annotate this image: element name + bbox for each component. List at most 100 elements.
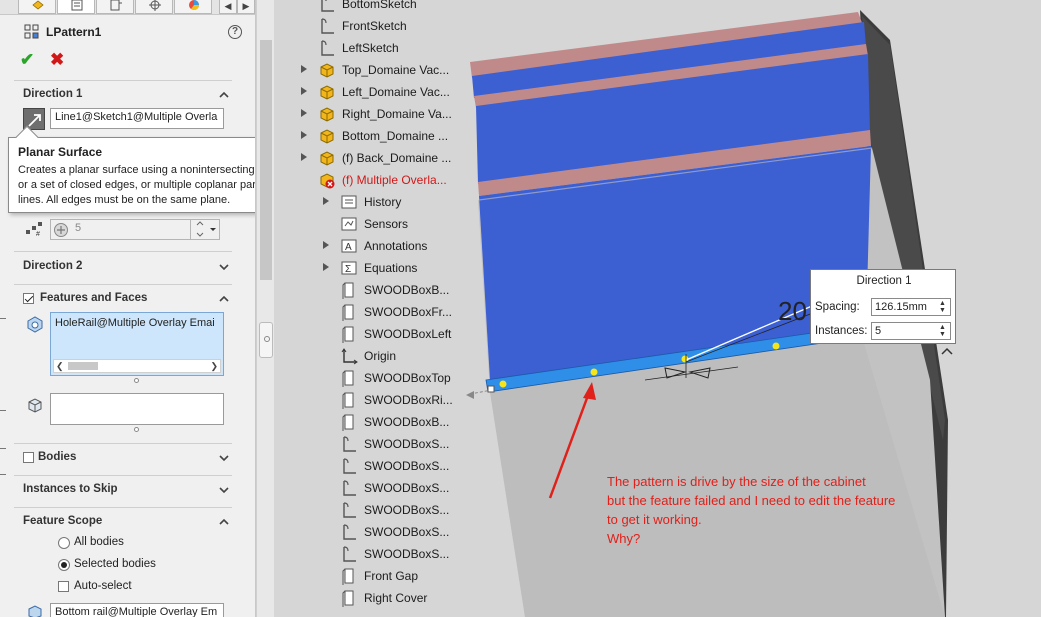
tree-item[interactable]: SWOODBoxS... bbox=[274, 433, 452, 455]
tree-item[interactable]: (f) Back_Domaine ... bbox=[274, 147, 452, 169]
splitter-grip[interactable] bbox=[259, 322, 273, 358]
tree-item[interactable]: SWOODBoxS... bbox=[274, 543, 452, 565]
resize-handle[interactable] bbox=[134, 378, 139, 383]
tab-scroll-left[interactable]: ◀ bbox=[219, 0, 237, 14]
instances-spinner[interactable]: ▲ ▼ bbox=[937, 324, 948, 338]
instances-spinner[interactable] bbox=[190, 219, 220, 240]
link-values-icon[interactable] bbox=[53, 222, 69, 238]
tree-item-label: SWOODBoxLeft bbox=[364, 327, 452, 341]
tree-item[interactable]: FrontSketch bbox=[274, 15, 452, 37]
expand-down-icon[interactable] bbox=[218, 452, 230, 464]
resize-handle[interactable] bbox=[134, 427, 139, 432]
collapse-up-icon[interactable] bbox=[218, 89, 230, 101]
horizontal-scrollbar[interactable]: ❮ ❯ bbox=[53, 359, 221, 373]
tree-item[interactable]: Front Gap bbox=[274, 565, 452, 587]
tree-item[interactable]: SWOODBoxLeft bbox=[274, 323, 452, 345]
tree-item[interactable]: Sensors bbox=[274, 213, 452, 235]
expand-arrow-icon[interactable] bbox=[300, 64, 308, 74]
bodies-to-pattern-field[interactable]: Bottom rail@Multiple Overlay Em bbox=[50, 603, 224, 617]
pattern-seed-point[interactable] bbox=[772, 342, 780, 350]
faces-selection-box[interactable] bbox=[50, 393, 224, 425]
tab-configuration-manager[interactable] bbox=[96, 0, 134, 14]
tree-item[interactable]: SWOODBoxS... bbox=[274, 455, 452, 477]
spacing-spinner[interactable]: ▲ ▼ bbox=[937, 300, 948, 314]
tree-item[interactable]: LeftSketch bbox=[274, 37, 452, 59]
direction-handle[interactable] bbox=[487, 385, 495, 393]
tree-item[interactable]: Right Cover bbox=[274, 587, 452, 609]
expand-arrow-icon[interactable] bbox=[300, 152, 308, 162]
scroll-left-icon[interactable]: ❮ bbox=[56, 360, 64, 372]
tree-item[interactable]: Origin bbox=[274, 345, 452, 367]
expand-arrow-icon[interactable] bbox=[322, 262, 330, 272]
tree-item[interactable]: SWOODBoxS... bbox=[274, 521, 452, 543]
scrollbar-thumb[interactable] bbox=[68, 362, 98, 370]
tree-item-label: SWOODBoxS... bbox=[364, 547, 450, 561]
tree-item[interactable]: History bbox=[274, 191, 452, 213]
collapse-up-icon[interactable] bbox=[218, 516, 230, 528]
tree-item[interactable]: SWOODBoxTop bbox=[274, 367, 452, 389]
all-bodies-radio[interactable] bbox=[58, 537, 70, 549]
direction2-header[interactable]: Direction 2 bbox=[23, 260, 82, 272]
help-icon[interactable]: ? bbox=[228, 25, 242, 39]
expand-arrow-icon[interactable] bbox=[300, 108, 308, 118]
tree-item[interactable]: Right_Domaine Va... bbox=[274, 103, 452, 125]
tab-dimxpert-manager[interactable] bbox=[135, 0, 173, 14]
selected-bodies-radio[interactable] bbox=[58, 559, 70, 571]
tab-display-manager[interactable] bbox=[174, 0, 212, 14]
callout-instances-field[interactable]: 5 ▲ ▼ bbox=[871, 322, 951, 340]
bodies-header[interactable]: Bodies bbox=[38, 451, 76, 463]
expand-down-icon[interactable] bbox=[218, 484, 230, 496]
features-selection-box[interactable]: HoleRail@Multiple Overlay Emai ❮ ❯ bbox=[50, 312, 224, 376]
expand-arrow-icon[interactable] bbox=[322, 196, 330, 206]
tree-item[interactable]: SWOODBoxB... bbox=[274, 411, 452, 433]
tree-item[interactable]: BottomSketch bbox=[274, 0, 452, 15]
tree-item-label: Annotations bbox=[364, 239, 428, 253]
all-bodies-label[interactable]: All bodies bbox=[74, 536, 124, 548]
scroll-right-icon[interactable]: ❯ bbox=[210, 360, 218, 372]
expand-down-icon[interactable] bbox=[218, 261, 230, 273]
expand-arrow-icon[interactable] bbox=[300, 130, 308, 140]
expand-arrow-icon[interactable] bbox=[322, 240, 330, 250]
tree-item[interactable]: Left_Domaine Vac... bbox=[274, 81, 452, 103]
dimension-value[interactable]: 20 bbox=[778, 296, 807, 327]
feature-scope-header[interactable]: Feature Scope bbox=[23, 515, 102, 527]
tab-property-manager[interactable] bbox=[57, 0, 95, 14]
panel-splitter[interactable] bbox=[256, 0, 274, 617]
tree-item[interactable]: A Annotations bbox=[274, 235, 452, 257]
spacing-field[interactable]: 126.15mm ▲ ▼ bbox=[871, 298, 951, 316]
instances-value[interactable]: 5 bbox=[875, 325, 881, 337]
instances-icon: # bbox=[25, 221, 43, 238]
auto-select-checkbox[interactable] bbox=[58, 581, 69, 592]
spacing-value[interactable]: 126.15mm bbox=[875, 301, 927, 313]
ok-checkmark-icon[interactable]: ✔ bbox=[20, 50, 34, 70]
tree-item[interactable]: SWOODBoxB... bbox=[274, 279, 452, 301]
tree-item[interactable]: SWOODBoxRi... bbox=[274, 389, 453, 411]
callout-collapse-icon[interactable] bbox=[940, 346, 954, 356]
cancel-x-icon[interactable]: ✖ bbox=[50, 50, 64, 70]
bodies-checkbox[interactable] bbox=[23, 452, 34, 463]
tree-item-label: Left_Domaine Vac... bbox=[342, 85, 450, 99]
tree-item[interactable]: SWOODBoxFr... bbox=[274, 301, 452, 323]
expand-arrow-icon[interactable] bbox=[300, 86, 308, 96]
tree-item[interactable]: Bottom_Domaine ... bbox=[274, 125, 452, 147]
collapse-up-icon[interactable] bbox=[218, 293, 230, 305]
features-faces-checkbox[interactable] bbox=[23, 293, 34, 304]
direction1-header[interactable]: Direction 1 bbox=[23, 88, 82, 100]
tree-item[interactable]: SWOODBoxS... bbox=[274, 477, 452, 499]
pattern-seed-point[interactable] bbox=[499, 380, 507, 388]
tree-item[interactable]: (f) Multiple Overla... bbox=[274, 169, 452, 191]
scrollbar-thumb[interactable] bbox=[260, 40, 272, 280]
auto-select-label[interactable]: Auto-select bbox=[74, 580, 132, 592]
selected-bodies-label[interactable]: Selected bodies bbox=[74, 558, 156, 570]
tab-scroll-right[interactable]: ▶ bbox=[237, 0, 255, 14]
pattern-seed-point[interactable] bbox=[590, 368, 598, 376]
tree-item[interactable]: Σ Equations bbox=[274, 257, 452, 279]
features-faces-header[interactable]: Features and Faces bbox=[40, 292, 147, 304]
feature-title: LPattern1 bbox=[46, 25, 102, 39]
tab-feature-manager[interactable] bbox=[18, 0, 56, 14]
tree-item[interactable]: Top_Domaine Vac... bbox=[274, 59, 452, 81]
tree-item[interactable]: SWOODBoxS... bbox=[274, 499, 452, 521]
selected-feature-item[interactable]: HoleRail@Multiple Overlay Emai bbox=[55, 317, 215, 329]
instances-to-skip-header[interactable]: Instances to Skip bbox=[23, 483, 118, 495]
direction1-edge-field[interactable]: Line1@Sketch1@Multiple Overla bbox=[50, 108, 224, 129]
